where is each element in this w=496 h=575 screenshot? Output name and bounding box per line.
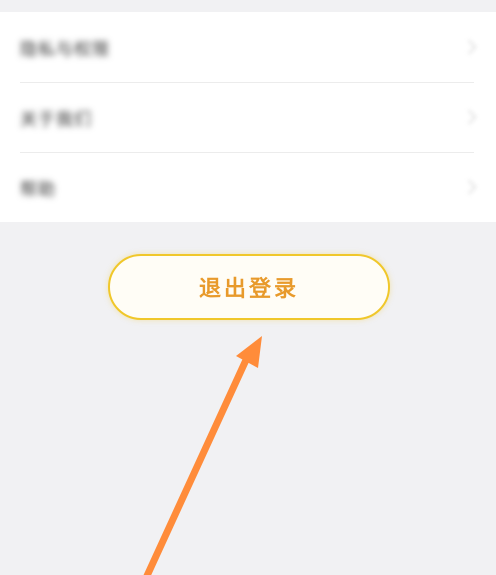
- logout-button[interactable]: 退出登录: [108, 254, 390, 320]
- top-spacer: [0, 0, 496, 12]
- chevron-right-icon: [461, 109, 477, 125]
- settings-row-label: 隐私与权限: [20, 39, 110, 60]
- settings-row-about[interactable]: 关于我们: [0, 82, 496, 152]
- chevron-right-icon: [461, 179, 477, 195]
- settings-row-label: 关于我们: [20, 109, 92, 130]
- settings-list: 隐私与权限 关于我们 帮助: [0, 12, 496, 222]
- settings-row-help[interactable]: 帮助: [0, 152, 496, 222]
- settings-row-label: 帮助: [20, 179, 56, 200]
- logout-button-label: 退出登录: [198, 276, 299, 302]
- chevron-right-icon: [461, 39, 477, 55]
- settings-row-privacy[interactable]: 隐私与权限: [0, 12, 496, 82]
